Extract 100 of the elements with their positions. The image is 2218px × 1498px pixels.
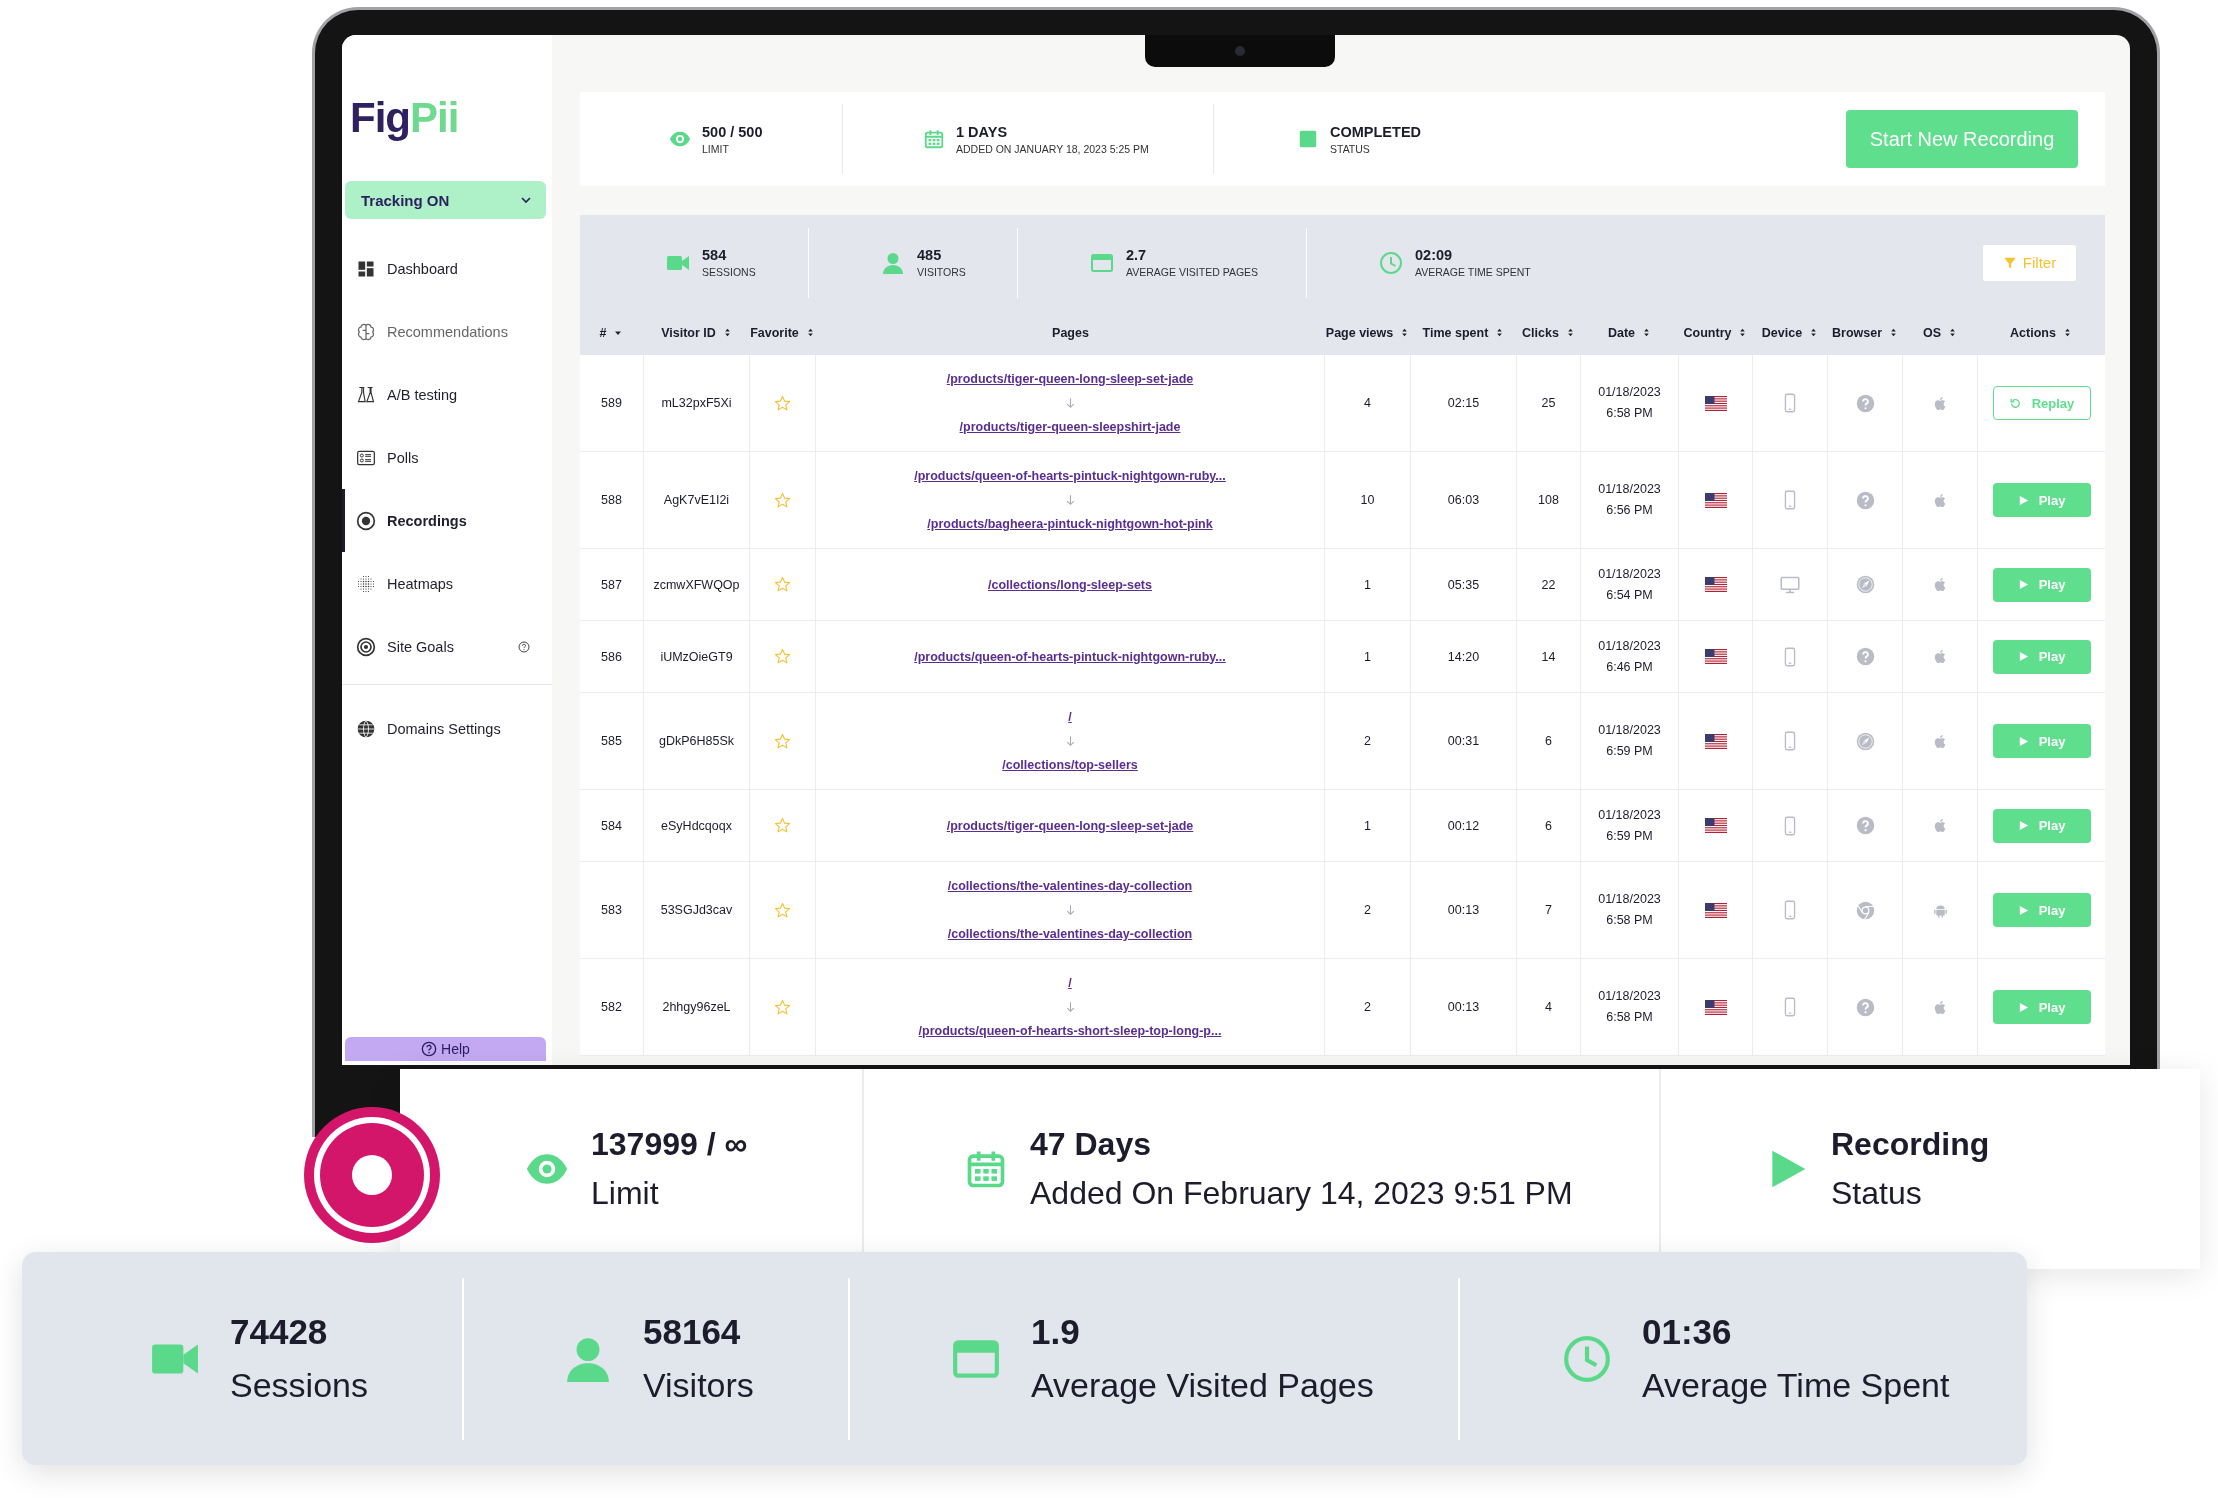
table-cell: 583: [580, 862, 644, 958]
page-link[interactable]: /products/tiger-queen-sleepshirt-jade: [959, 415, 1181, 439]
summary-value: 137999 / ∞: [591, 1126, 748, 1163]
play-icon: [2017, 735, 2029, 747]
stat-label: Visitors: [643, 1366, 754, 1405]
summary-label: ADDED ON JANUARY 18, 2023 5:25 PM: [956, 142, 1149, 155]
table-cell: eSyHdcqoqx: [644, 790, 750, 861]
column-header[interactable]: Visitor ID: [644, 310, 750, 355]
stat-value: 58164: [643, 1312, 742, 1352]
sidebar-item[interactable]: Recordings: [342, 489, 552, 553]
table-cell: 00:31: [1411, 693, 1517, 789]
table-cell: 584: [580, 790, 644, 861]
clock-icon: [1379, 250, 1403, 275]
stat-label: Sessions: [230, 1366, 368, 1405]
page-link[interactable]: /: [1068, 705, 1072, 729]
page-link[interactable]: /products/queen-of-hearts-pintuck-nightgown-ruby...: [914, 464, 1226, 488]
play-icon: [2017, 1001, 2029, 1013]
table-cell: 4: [1517, 959, 1581, 1055]
stat-value: 01:36: [1642, 1312, 1733, 1352]
table-cell: 00:13: [1411, 862, 1517, 958]
table-cell: 53SGJd3cav: [644, 862, 750, 958]
page-link[interactable]: /products/queen-of-hearts-pintuck-nightgown-ruby...: [914, 644, 1226, 669]
stat-label: Average Visited Pages: [1031, 1366, 1374, 1405]
flag-icon: [1704, 999, 1727, 1015]
play-icon: [2017, 651, 2029, 662]
compass-icon: [1855, 731, 1875, 751]
stat-value: 485: [917, 247, 943, 263]
column-header[interactable]: Device: [1753, 310, 1828, 355]
summary-label: LIMIT: [702, 142, 730, 155]
help-icon: [1855, 393, 1875, 413]
table-cell: 14: [1517, 621, 1581, 692]
table-cell: 7: [1517, 862, 1581, 958]
column-header[interactable]: #: [580, 310, 644, 355]
table-cell: 06:03: [1411, 452, 1517, 548]
column-header[interactable]: Time spent: [1411, 310, 1517, 355]
page-link[interactable]: /collections/the-valentines-day-collection: [947, 874, 1193, 898]
sort-icon: [1888, 327, 1899, 338]
stat-label: SESSIONS: [702, 266, 756, 278]
page-link[interactable]: /collections/the-valentines-day-collection: [947, 922, 1193, 946]
page-link[interactable]: /: [1068, 971, 1072, 995]
stat-label: AVERAGE VISITED PAGES: [1126, 266, 1259, 278]
table-cell: 14:20: [1411, 621, 1517, 692]
stat-label: Average Time Spent: [1642, 1366, 1950, 1405]
flag-icon: [1704, 818, 1727, 833]
play-icon: [2017, 494, 2029, 506]
summary-value: COMPLETED: [1330, 123, 1422, 140]
sidebar-item[interactable]: Domains Settings: [342, 697, 552, 761]
help-icon: [1855, 490, 1875, 510]
page-link[interactable]: /products/tiger-queen-long-sleep-set-jade: [946, 813, 1194, 838]
summary-value: 500 / 500: [702, 123, 763, 140]
summary-label: STATUS: [1330, 142, 1371, 155]
column-header[interactable]: Page views: [1325, 310, 1411, 355]
table-cell: 01/18/2023 6:58 PM: [1581, 862, 1679, 958]
table-cell: 1: [1325, 549, 1411, 620]
sidebar-item[interactable]: Dashboard: [342, 237, 552, 301]
column-header[interactable]: OS: [1903, 310, 1978, 355]
table-cell: 25: [1517, 355, 1581, 451]
table-cell: 4: [1325, 355, 1411, 451]
column-header[interactable]: Browser: [1828, 310, 1903, 355]
clock-icon: [1562, 1333, 1612, 1384]
column-header[interactable]: Country: [1679, 310, 1753, 355]
logo: FigPii: [350, 95, 459, 142]
summary-value: 1 DAYS: [956, 123, 1009, 140]
sidebar-item[interactable]: Site Goals: [342, 615, 552, 679]
page-link[interactable]: /collections/long-sleep-sets: [988, 572, 1152, 597]
square-icon: [1297, 128, 1319, 150]
play-icon: [2017, 904, 2029, 916]
table-cell: 01/18/2023 6:56 PM: [1581, 452, 1679, 548]
help-icon: [1855, 816, 1875, 835]
sidebar-item[interactable]: Heatmaps: [342, 552, 552, 616]
table-cell: 22: [1517, 549, 1581, 620]
flag-icon: [1704, 492, 1727, 508]
flask-icon: [356, 384, 376, 405]
table-cell: 587: [580, 549, 644, 620]
table-cell: 01/18/2023 6:59 PM: [1581, 693, 1679, 789]
table-cell: 2: [1325, 693, 1411, 789]
stat-value: 1.9: [1031, 1312, 1081, 1352]
stat-value: 02:09: [1415, 247, 1454, 263]
globe-icon: [356, 718, 376, 739]
column-header[interactable]: Date: [1581, 310, 1679, 355]
help-button[interactable]: Help: [345, 1037, 546, 1061]
page-link[interactable]: /collections/top-sellers: [1002, 753, 1138, 777]
page-link[interactable]: /products/queen-of-hearts-short-sleep-top-long-p...: [918, 1019, 1222, 1043]
calendar-icon: [923, 128, 945, 150]
sidebar-item[interactable]: Polls: [342, 426, 552, 490]
filter-icon: [2002, 255, 2017, 270]
sidebar-item[interactable]: A/B testing: [342, 363, 552, 427]
summary-label: Limit: [591, 1175, 660, 1212]
column-header[interactable]: Favorite: [750, 310, 816, 355]
column-header[interactable]: Clicks: [1517, 310, 1581, 355]
tracking-dropdown[interactable]: Tracking ON: [345, 181, 546, 220]
column-header[interactable]: Actions: [1978, 310, 2105, 355]
dots-icon: [356, 573, 376, 594]
page-link[interactable]: /products/bagheera-pintuck-nightgown-hot-pink: [927, 512, 1213, 536]
table-cell: 01/18/2023 6:46 PM: [1581, 621, 1679, 692]
summary-label: Added On February 14, 2023 9:51 PM: [1030, 1175, 1573, 1212]
page-link[interactable]: /products/tiger-queen-long-sleep-set-jade: [946, 367, 1194, 391]
flag-icon: [1704, 395, 1727, 411]
table-cell: 585: [580, 693, 644, 789]
table-cell: 01/18/2023 6:58 PM: [1581, 959, 1679, 1055]
